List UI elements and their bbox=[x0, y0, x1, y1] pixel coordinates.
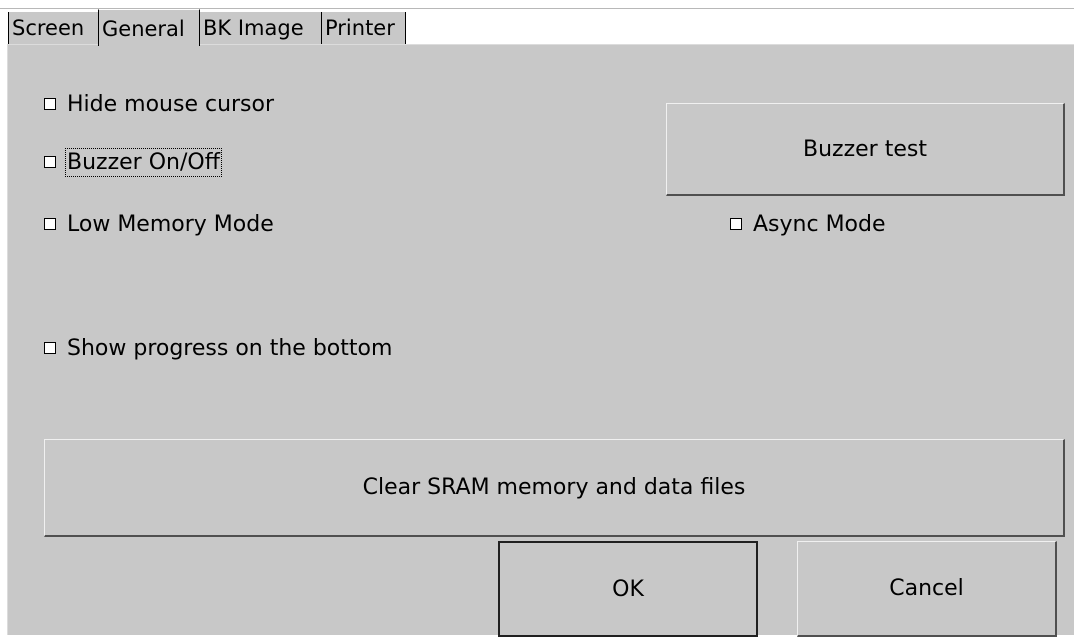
buzzer-on-off-option[interactable]: Buzzer On/Off bbox=[44, 147, 222, 177]
ok-label: OK bbox=[612, 576, 644, 602]
async-mode-label: Async Mode bbox=[753, 211, 886, 237]
clear-sram-label: Clear SRAM memory and data files bbox=[362, 475, 746, 500]
hide-mouse-cursor-option[interactable]: Hide mouse cursor bbox=[44, 89, 274, 119]
hide-mouse-cursor-label: Hide mouse cursor bbox=[67, 91, 275, 117]
tab-general[interactable]: General bbox=[98, 9, 200, 46]
tab-general-label: General bbox=[102, 17, 185, 41]
low-memory-mode-label: Low Memory Mode bbox=[67, 211, 274, 237]
hide-mouse-cursor-checkbox[interactable] bbox=[44, 98, 56, 110]
cancel-button[interactable]: Cancel bbox=[797, 541, 1057, 637]
buzzer-on-off-checkbox[interactable] bbox=[44, 156, 56, 168]
show-progress-bottom-label: Show progress on the bottom bbox=[67, 335, 393, 361]
tab-bk-image-label: BK Image bbox=[203, 16, 304, 40]
show-progress-bottom-option[interactable]: Show progress on the bottom bbox=[44, 333, 392, 363]
tab-printer[interactable]: Printer bbox=[321, 12, 406, 45]
async-mode-checkbox[interactable] bbox=[730, 218, 742, 230]
async-mode-option[interactable]: Async Mode bbox=[730, 209, 886, 239]
show-progress-bottom-checkbox[interactable] bbox=[44, 342, 56, 354]
buzzer-test-button[interactable]: Buzzer test bbox=[666, 103, 1065, 196]
tab-bk-image[interactable]: BK Image bbox=[199, 12, 322, 45]
clear-sram-button[interactable]: Clear SRAM memory and data files bbox=[44, 439, 1065, 537]
tab-screen-label: Screen bbox=[12, 16, 85, 40]
tab-printer-label: Printer bbox=[325, 16, 395, 40]
low-memory-mode-option[interactable]: Low Memory Mode bbox=[44, 209, 274, 239]
buzzer-on-off-label: Buzzer On/Off bbox=[65, 147, 222, 177]
tab-screen[interactable]: Screen bbox=[8, 12, 99, 45]
buzzer-test-label: Buzzer test bbox=[803, 136, 927, 162]
low-memory-mode-checkbox[interactable] bbox=[44, 218, 56, 230]
cancel-label: Cancel bbox=[889, 576, 964, 601]
tab-bar: Screen General BK Image Printer bbox=[0, 0, 1074, 46]
ok-button[interactable]: OK bbox=[498, 541, 758, 637]
general-settings-panel: Hide mouse cursor Buzzer On/Off Low Memo… bbox=[7, 44, 1074, 637]
